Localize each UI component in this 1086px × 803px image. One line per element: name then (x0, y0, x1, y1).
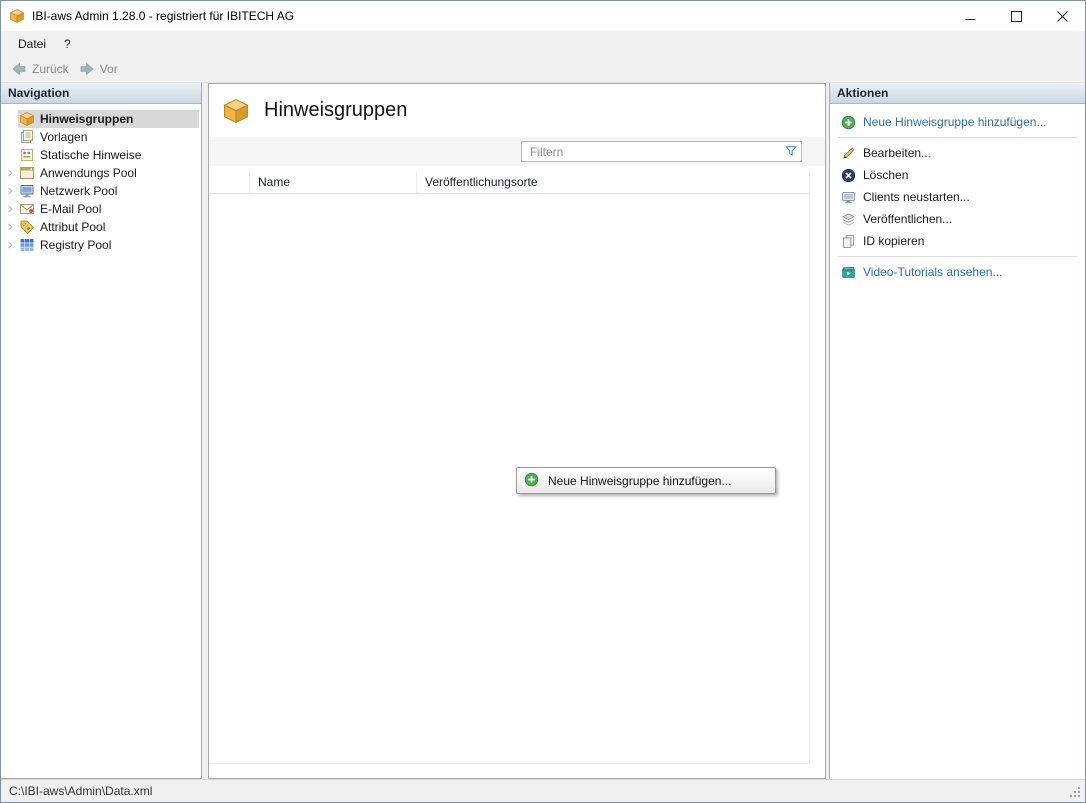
maximize-icon (1011, 11, 1022, 22)
nav-item-attribut-pool[interactable]: Attribut Pool (1, 218, 201, 236)
expand-chevron-icon[interactable] (1, 168, 18, 178)
app-icon (9, 8, 25, 24)
forward-arrow-icon (79, 61, 95, 77)
expand-chevron-icon[interactable] (1, 186, 18, 196)
nav-item-anwendungs-pool[interactable]: Anwendungs Pool (1, 164, 201, 182)
add-icon (840, 114, 856, 130)
action-label: Clients neustarten... (863, 190, 970, 204)
applications-pool-icon (19, 165, 35, 181)
nav-item-label: Netzwerk Pool (40, 184, 117, 198)
maximize-button[interactable] (993, 1, 1039, 31)
navigation-list: Hinweisgruppen Vorlagen Statische Hinwei… (1, 104, 201, 254)
empty-list-add-button[interactable]: Neue Hinweisgruppe hinzufügen... (516, 467, 776, 494)
restart-clients-icon (840, 189, 856, 205)
filter-input[interactable] (521, 141, 802, 162)
resize-grip[interactable] (1069, 786, 1082, 799)
add-icon (524, 472, 539, 490)
edit-icon (840, 145, 856, 161)
forward-button[interactable]: Vor (76, 59, 125, 79)
menu-datei[interactable]: Datei (9, 33, 55, 55)
column-header-name[interactable]: Name (249, 171, 416, 193)
window-title: IBI-aws Admin 1.28.0 - registriert für I… (32, 9, 294, 23)
filter-row (209, 137, 825, 166)
action-label: Neue Hinweisgruppe hinzufügen... (863, 115, 1046, 129)
actions-header: Aktionen (830, 83, 1085, 104)
close-icon (1057, 11, 1068, 22)
separator (838, 256, 1077, 257)
publish-icon (840, 211, 856, 227)
nav-item-registry-pool[interactable]: Registry Pool (1, 236, 201, 254)
close-button[interactable] (1039, 1, 1085, 31)
delete-icon (840, 167, 856, 183)
column-header-spacer (209, 171, 249, 193)
navigation-header: Navigation (1, 83, 201, 104)
window-controls (947, 1, 1085, 31)
copy-id-icon (840, 233, 856, 249)
nav-item-label: Vorlagen (40, 130, 87, 144)
action-label: ID kopieren (863, 234, 924, 248)
action-id-kopieren[interactable]: ID kopieren (830, 230, 1085, 252)
titlebar: IBI-aws Admin 1.28.0 - registriert für I… (1, 1, 1085, 31)
separator (838, 137, 1077, 138)
back-label: Zurück (32, 62, 69, 76)
nav-item-email-pool[interactable]: E-Mail Pool (1, 200, 201, 218)
templates-icon (19, 129, 35, 145)
attribute-pool-icon (19, 219, 35, 235)
hint-groups-icon (19, 111, 35, 127)
expand-chevron-icon[interactable] (1, 204, 18, 214)
toolbar: Zurück Vor (1, 56, 1085, 83)
menu-help[interactable]: ? (55, 33, 80, 55)
action-label: Löschen (863, 168, 908, 182)
nav-item-label: Registry Pool (40, 238, 111, 252)
expand-chevron-icon[interactable] (1, 222, 18, 232)
content-header: Hinweisgruppen (209, 84, 825, 137)
nav-item-vorlagen[interactable]: Vorlagen (1, 128, 201, 146)
action-label: Veröffentlichen... (863, 212, 952, 226)
filter-funnel-icon[interactable] (784, 144, 798, 158)
expand-chevron-icon[interactable] (1, 240, 18, 250)
nav-item-label: Statische Hinweise (40, 148, 141, 162)
content-panel: Hinweisgruppen Name Veröffentlichungsort… (208, 83, 826, 779)
static-hints-icon (19, 147, 35, 163)
action-veroeffentlichen[interactable]: Veröffentlichen... (830, 208, 1085, 230)
nav-item-netzwerk-pool[interactable]: Netzwerk Pool (1, 182, 201, 200)
nav-item-label: E-Mail Pool (40, 202, 101, 216)
email-pool-icon (19, 201, 35, 217)
nav-item-label: Hinweisgruppen (40, 112, 133, 126)
table-header-row: Name Veröffentlichungsorte (209, 171, 809, 194)
workspace: Navigation Hinweisgruppen Vorlagen (1, 83, 1085, 779)
nav-item-label: Anwendungs Pool (40, 166, 137, 180)
column-header-veroeffentlichungsorte[interactable]: Veröffentlichungsorte (416, 171, 809, 193)
network-pool-icon (19, 183, 35, 199)
registry-pool-icon (19, 237, 35, 253)
forward-label: Vor (100, 62, 118, 76)
page-title: Hinweisgruppen (264, 99, 407, 122)
hint-groups-icon (222, 97, 250, 125)
action-label: Video-Tutorials ansehen... (863, 265, 1002, 279)
actions-list: Neue Hinweisgruppe hinzufügen... Bearbei… (830, 104, 1085, 283)
navigation-panel: Navigation Hinweisgruppen Vorlagen (1, 83, 202, 779)
action-loeschen[interactable]: Löschen (830, 164, 1085, 186)
video-tutorials-icon (840, 264, 856, 280)
nav-item-hinweisgruppen[interactable]: Hinweisgruppen (1, 110, 201, 128)
minimize-button[interactable] (947, 1, 993, 31)
app-window: IBI-aws Admin 1.28.0 - registriert für I… (0, 0, 1086, 803)
menubar: Datei ? (1, 31, 1085, 56)
actions-panel: Aktionen Neue Hinweisgruppe hinzufügen..… (829, 83, 1085, 779)
statusbar: C:\IBI-aws\Admin\Data.xml (1, 779, 1085, 802)
nav-item-statische-hinweise[interactable]: Statische Hinweise (1, 146, 201, 164)
minimize-icon (965, 11, 976, 22)
action-bearbeiten[interactable]: Bearbeiten... (830, 142, 1085, 164)
statusbar-path: C:\IBI-aws\Admin\Data.xml (9, 784, 152, 798)
back-button[interactable]: Zurück (8, 59, 76, 79)
filter-box (521, 141, 802, 162)
nav-item-label: Attribut Pool (40, 220, 105, 234)
action-neue-hinweisgruppe-hinzufuegen[interactable]: Neue Hinweisgruppe hinzufügen... (830, 111, 1085, 133)
action-clients-neustarten[interactable]: Clients neustarten... (830, 186, 1085, 208)
empty-list-add-label: Neue Hinweisgruppe hinzufügen... (548, 474, 731, 488)
action-video-tutorials-ansehen[interactable]: Video-Tutorials ansehen... (830, 261, 1085, 283)
back-arrow-icon (11, 61, 27, 77)
action-label: Bearbeiten... (863, 146, 931, 160)
